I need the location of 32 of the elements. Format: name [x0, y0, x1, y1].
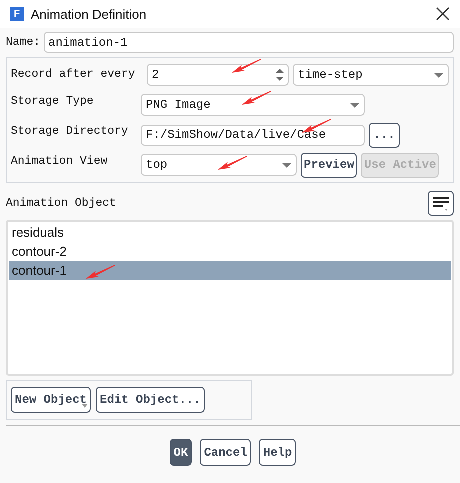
- storage-type-dropdown[interactable]: PNG Image: [141, 94, 365, 116]
- help-button[interactable]: Help: [259, 439, 296, 466]
- window-title: Animation Definition: [31, 6, 148, 22]
- annotation-arrow: [86, 264, 116, 280]
- list-menu-button[interactable]: [428, 191, 454, 216]
- list-item[interactable]: contour-1: [9, 261, 451, 280]
- name-label: Name:: [6, 34, 41, 50]
- cancel-button[interactable]: Cancel: [200, 439, 252, 466]
- storage-directory-label: Storage Directory: [11, 124, 130, 140]
- record-spinner[interactable]: 2: [147, 64, 289, 86]
- new-object-button[interactable]: New Object: [11, 387, 92, 413]
- view-dropdown[interactable]: top: [141, 154, 297, 176]
- browse-button[interactable]: ...: [369, 122, 400, 148]
- app-icon: F: [10, 7, 24, 21]
- name-field[interactable]: animation-1: [44, 32, 454, 53]
- list-item[interactable]: residuals: [9, 223, 451, 242]
- list-item[interactable]: contour-2: [9, 242, 451, 261]
- animation-view-label: Animation View: [11, 154, 109, 170]
- unit-dropdown[interactable]: time-step: [293, 64, 449, 86]
- directory-field[interactable]: F:/SimShow/Data/live/Case: [141, 124, 365, 146]
- preview-button[interactable]: Preview: [301, 152, 358, 178]
- annotation-arrow: [242, 90, 272, 106]
- close-icon[interactable]: [436, 7, 450, 21]
- annotation-arrow: [218, 155, 248, 171]
- record-label: Record after every: [11, 67, 136, 83]
- spinner-arrows-icon[interactable]: [276, 68, 284, 82]
- storage-type-label: Storage Type: [11, 94, 95, 110]
- annotation-arrow: [232, 58, 262, 74]
- edit-object-button[interactable]: Edit Object...: [96, 387, 205, 413]
- ok-button[interactable]: OK: [170, 439, 192, 466]
- animation-object-label: Animation Object: [6, 196, 116, 212]
- caret-icon: [82, 404, 88, 408]
